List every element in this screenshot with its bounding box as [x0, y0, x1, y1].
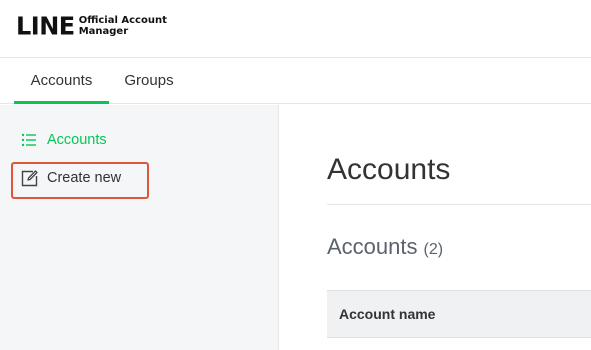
- app-header: LINE Official Account Manager: [0, 0, 591, 58]
- logo-text-line2: Manager: [78, 26, 129, 37]
- main-content: Accounts Accounts (2) Account name: [280, 105, 591, 350]
- column-header-account-name[interactable]: Account name: [339, 291, 435, 337]
- line-logo[interactable]: LINE Official Account Manager: [16, 11, 167, 41]
- highlight-box: [11, 162, 149, 199]
- top-tabs: Accounts Groups: [0, 58, 591, 104]
- table-header: Account name: [327, 290, 591, 338]
- sidebar: Accounts Create new: [0, 105, 279, 350]
- page-title: Accounts: [327, 153, 451, 186]
- logo-text-line1: Official Account: [78, 15, 167, 26]
- divider: [327, 204, 591, 205]
- list-icon: [20, 131, 38, 149]
- section-title: Accounts (2): [327, 234, 443, 260]
- logo-text: Official Account Manager: [79, 15, 167, 37]
- section-count: (2): [423, 241, 444, 258]
- sidebar-item-label: Accounts: [47, 132, 107, 148]
- sidebar-item-accounts[interactable]: Accounts: [20, 131, 107, 149]
- logo-mark: LINE: [16, 11, 75, 41]
- tab-accounts[interactable]: Accounts: [14, 58, 109, 104]
- section-title-label: Accounts: [327, 234, 418, 259]
- tab-groups[interactable]: Groups: [115, 58, 183, 104]
- active-tab-indicator: [14, 101, 109, 104]
